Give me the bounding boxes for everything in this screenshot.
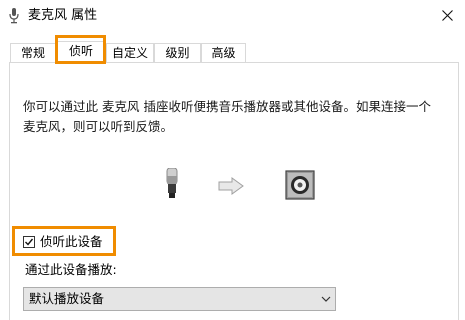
- microphone-icon: [166, 168, 178, 198]
- tab-listen[interactable]: 侦听: [56, 41, 106, 64]
- tab-label: 高级: [211, 46, 236, 60]
- tab-customize[interactable]: 自定义: [106, 43, 154, 62]
- speaker-icon: [285, 170, 315, 200]
- microphone-properties-dialog: 麦克风 属性 常规 侦听 自定义 级别 高级 你可以通过此 麦克风 插座收听便携…: [0, 0, 465, 320]
- playback-device-value: 默认播放设备: [29, 291, 105, 306]
- playback-device-select[interactable]: 默认播放设备: [23, 287, 336, 311]
- playback-device-label: 通过此设备播放:: [25, 262, 117, 277]
- tab-label: 侦听: [68, 44, 93, 58]
- checkmark-icon: [25, 238, 34, 246]
- microphone-icon: [9, 8, 19, 24]
- tab-general[interactable]: 常规: [10, 43, 56, 62]
- chevron-down-icon: [321, 296, 331, 302]
- checkbox[interactable]: [23, 236, 35, 248]
- tab-strip: 常规 侦听 自定义 级别 高级: [0, 41, 465, 64]
- tab-label: 常规: [20, 46, 45, 60]
- tab-levels[interactable]: 级别: [154, 43, 201, 62]
- listen-description: 你可以通过此 麦克风 插座收听便携音乐播放器或其他设备。如果连接一个麦克风，则可…: [23, 99, 431, 134]
- listen-checkbox-label[interactable]: 侦听此设备: [40, 234, 103, 250]
- window-title: 麦克风 属性: [28, 8, 98, 23]
- close-button[interactable]: [430, 0, 465, 30]
- tab-label: 级别: [165, 46, 190, 60]
- arrow-right-icon: [218, 177, 244, 195]
- listen-checkbox[interactable]: 侦听此设备: [23, 234, 103, 250]
- tab-label: 自定义: [111, 46, 148, 60]
- tab-advanced[interactable]: 高级: [201, 43, 246, 62]
- close-icon: [442, 9, 453, 21]
- title-bar: 麦克风 属性: [0, 0, 465, 32]
